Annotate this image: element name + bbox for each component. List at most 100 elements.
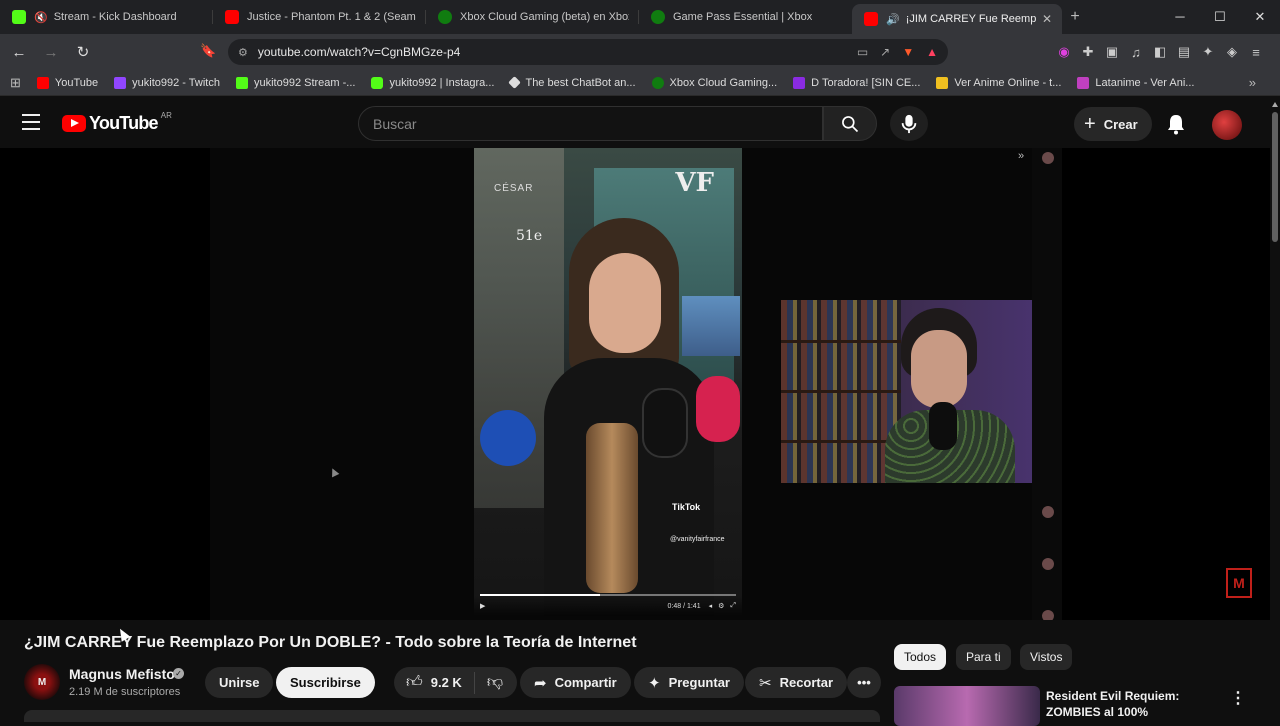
search-button[interactable] [823,106,877,141]
share-button[interactable]: ➦ Compartir [520,667,631,698]
site-info-icon[interactable]: ⚙ [238,46,248,59]
bookmark-item[interactable]: YouTube [36,76,98,89]
music-icon[interactable]: ♫ [1124,45,1148,60]
recommended-video-thumbnail[interactable] [894,686,1040,726]
voice-search-button[interactable] [890,106,928,141]
omnibox[interactable]: ⚙ youtube.com/watch?v=CgnBMGze-p4 ▭ ↗ ▼ … [228,39,948,65]
notifications-bell-icon[interactable] [1166,113,1186,140]
join-label: Unirse [219,675,260,690]
bookmark-item[interactable]: yukito992 | Instagra... [371,76,494,89]
scroll-up-arrow-icon[interactable] [1272,102,1278,107]
create-button[interactable]: + Crear [1074,107,1152,141]
search-input[interactable] [373,115,822,132]
url-text[interactable]: youtube.com/watch?v=CgnBMGze-p4 [258,45,845,59]
share-icon[interactable]: ↗ [880,45,890,59]
browser-tab-active[interactable]: 🔊 ¡JIM CARREY Fue Reemplazo ✕ [852,4,1062,34]
like-button[interactable]: 👍︎ 9.2 K [394,671,475,694]
subscribe-button[interactable]: Suscribirse [276,667,375,698]
tab-title: Justice - Phantom Pt. 1 & 2 (Seamles [247,11,416,23]
ceremony-number: 51e [516,228,543,244]
latanime-icon [1077,76,1090,89]
extensions-icon[interactable]: ✚ [1076,44,1100,60]
muted-speaker-icon[interactable]: 🔇 [34,11,48,24]
vf-logo: VF [675,168,714,198]
close-tab-icon[interactable]: ✕ [1042,12,1052,26]
menu-icon[interactable]: ≡ [1244,45,1268,60]
browser-tab[interactable]: Justice - Phantom Pt. 1 & 2 (Seamles [213,0,426,34]
browser-tab[interactable]: 🔇 Stream - Kick Dashboard [0,0,213,34]
bookmark-item[interactable]: yukito992 - Twitch [114,76,220,89]
channel-avatar[interactable]: M [24,664,60,700]
speaker-icon[interactable]: 🔊 [886,13,900,26]
scrollbar-thumb[interactable] [1272,112,1278,242]
kick-favicon-icon [12,10,26,24]
bookmark-item[interactable]: Xbox Cloud Gaming... [651,76,777,89]
chip-for-you[interactable]: Para ti [956,644,1011,670]
bookmark-item[interactable]: Latanime - Ver Ani... [1077,76,1195,89]
user-avatar[interactable] [1212,110,1242,140]
cast-icon[interactable]: ▭ [857,45,868,59]
minimize-button[interactable]: ─ [1160,0,1200,34]
bookmark-item[interactable]: yukito992 Stream -... [235,76,355,89]
chip-label: Todos [904,650,937,664]
bookmark-item[interactable]: Ver Anime Online - t... [936,76,1061,89]
share-arrow-icon: ➦ [534,674,547,692]
twitch-icon [114,76,127,89]
more-bookmarks-icon[interactable]: » [1249,75,1256,90]
browser-tab[interactable]: Xbox Cloud Gaming (beta) en Xbox.c [426,0,639,34]
recommended-video-title[interactable]: Resident Evil Requiem: ZOMBIES al 100% [1046,688,1216,720]
chip-label: Vistos [1030,650,1063,664]
bookmark-item[interactable]: The best ChatBot an... [508,76,636,89]
maximize-button[interactable]: ☐ [1200,0,1240,34]
page-scrollbar[interactable] [1270,100,1280,720]
chip-watched[interactable]: Vistos [1020,644,1073,670]
screenshot-icon[interactable]: ▣ [1100,44,1124,60]
youtube-logo[interactable]: YouTube AR [62,111,172,134]
microphone-icon [901,114,917,133]
bookmark-label: Latanime - Ver Ani... [1095,76,1195,89]
color-extension-icon[interactable]: ◉ [1052,44,1076,60]
join-button[interactable]: Unirse [205,667,274,698]
close-window-button[interactable]: ✕ [1240,0,1280,34]
tab-title: ¡JIM CARREY Fue Reemplazo [905,13,1036,25]
reload-button[interactable]: ↻ [70,43,96,61]
new-tab-button[interactable]: + [1062,8,1088,26]
share-label: Compartir [554,675,617,690]
description-box[interactable] [24,710,880,722]
video-title: ¿JIM CARREY Fue Reemplazo Por Un DOBLE? … [24,634,637,651]
address-bar-row: ← → ↻ 🔖 ⚙ youtube.com/watch?v=CgnBMGze-p… [0,34,1280,70]
kick-icon [235,76,248,89]
clip-button[interactable]: ✂ Recortar [745,667,848,698]
bookmark-icon[interactable]: 🔖 [200,43,216,59]
browser-tab[interactable]: Game Pass Essential | Xbox [639,0,852,34]
youtube-favicon-icon [864,12,878,26]
video-player[interactable]: CÉSAR 51e VF TikTok @vanityfairfrance ▶ … [0,148,1270,620]
window-controls: ─ ☐ ✕ [1160,0,1280,34]
like-count: 9.2 K [430,675,462,690]
back-button[interactable]: ← [6,44,32,61]
channel-watermark-logo[interactable]: M [1226,568,1252,598]
cesar-trophy [586,423,638,593]
more-vertical-icon[interactable]: ⋮ [1230,688,1246,708]
brave-shield-icon[interactable]: ▼ [902,45,914,59]
more-actions-button[interactable]: ••• [847,667,881,698]
subscribe-label: Suscribirse [290,675,361,690]
apps-grid-icon[interactable]: ⊞ [10,75,21,91]
ask-button[interactable]: ✦ Preguntar [634,667,744,698]
tiktok-watermark: TikTok [672,502,701,512]
sidebar-icon[interactable]: ◧ [1148,44,1172,60]
wallet-icon[interactable]: ▤ [1172,44,1196,60]
forward-button[interactable]: → [38,44,64,61]
bookmark-item[interactable]: D Toradora! [SIN CE... [793,76,920,89]
hamburger-menu-icon[interactable] [22,114,40,135]
brave-rewards-icon[interactable]: ▲ [926,45,938,59]
video-clip-frame: CÉSAR 51e VF TikTok @vanityfairfrance ▶ … [474,148,742,616]
leo-ai-icon[interactable]: ✦ [1196,44,1220,60]
settings-icon: ⚙ [718,603,725,610]
chip-all[interactable]: Todos [894,644,947,670]
xbox-favicon-icon [651,10,665,24]
channel-name[interactable]: Magnus Mefisto [69,666,175,682]
dislike-button[interactable]: 👎︎ [475,673,517,692]
anime-icon [936,76,949,89]
vpn-icon[interactable]: ◈ [1220,44,1244,60]
